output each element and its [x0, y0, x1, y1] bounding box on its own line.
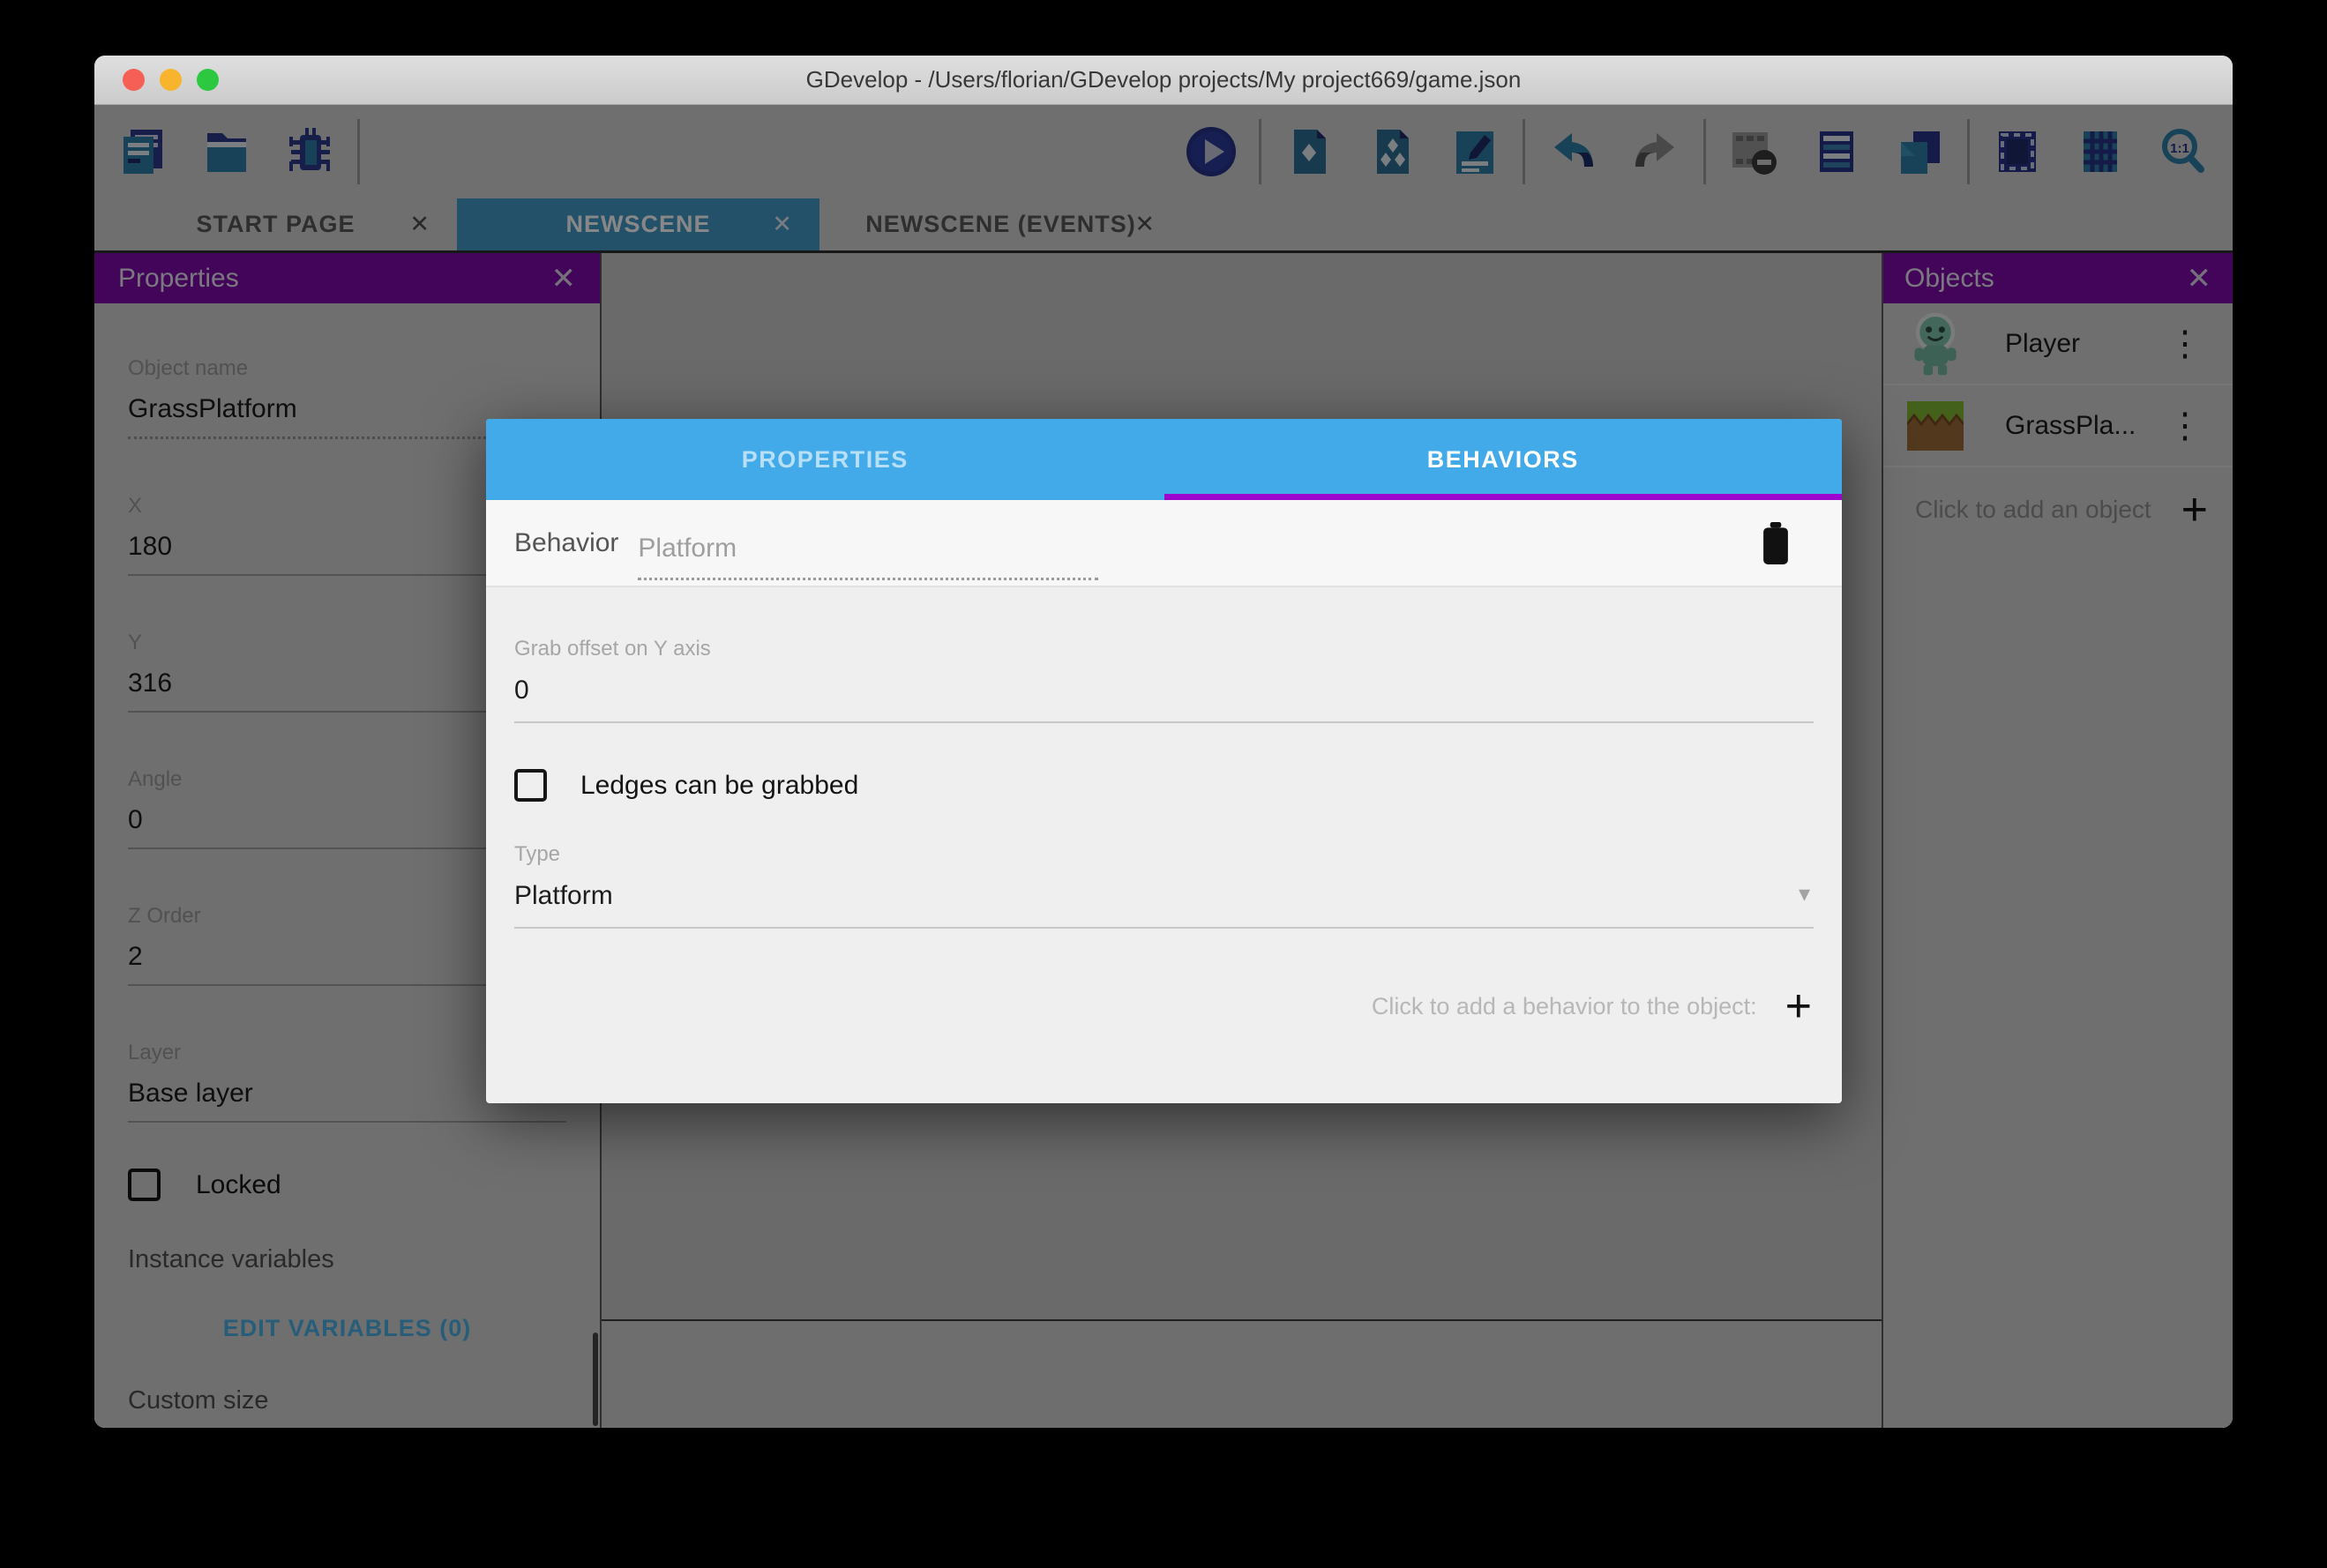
app-area: 1:1 START PAGE ✕ NEWSCENE ✕ NEWSCENE (EV…	[94, 105, 2233, 1428]
grab-offset-field[interactable]: 0	[514, 676, 1814, 723]
window-title: GDevelop - /Users/florian/GDevelop proje…	[94, 66, 2233, 93]
behavior-name-row: Behavior Platform	[486, 500, 1842, 587]
type-select[interactable]: Platform	[514, 881, 1814, 929]
traffic-lights	[123, 69, 219, 91]
behavior-settings: Grab offset on Y axis 0 Ledges can be gr…	[486, 637, 1842, 1103]
ledges-label: Ledges can be grabbed	[580, 771, 858, 801]
active-tab-indicator	[1164, 494, 1843, 500]
behavior-label: Behavior	[514, 528, 618, 558]
minimize-window-button[interactable]	[160, 69, 182, 91]
chevron-down-icon: ▾	[1799, 880, 1810, 907]
tab-properties[interactable]: PROPERTIES	[486, 419, 1164, 500]
close-window-button[interactable]	[123, 69, 145, 91]
dialog-tabs: PROPERTIES BEHAVIORS	[486, 419, 1842, 500]
titlebar: GDevelop - /Users/florian/GDevelop proje…	[94, 56, 2233, 105]
behavior-name-input[interactable]: Platform	[638, 516, 1098, 580]
zoom-window-button[interactable]	[197, 69, 219, 91]
gdevelop-window: GDevelop - /Users/florian/GDevelop proje…	[94, 56, 2233, 1428]
plus-icon: +	[1785, 983, 1812, 1029]
add-behavior-label: Click to add a behavior to the object:	[1372, 993, 1757, 1020]
object-editor-dialog: PROPERTIES BEHAVIORS Behavior Platform G…	[486, 419, 1842, 1103]
ledges-checkbox[interactable]	[514, 769, 547, 802]
delete-behavior-icon[interactable]	[1759, 522, 1792, 564]
apply-button[interactable]: APPLY	[1717, 1101, 1805, 1103]
add-behavior-button[interactable]: Click to add a behavior to the object: +	[514, 983, 1814, 1029]
tab-behaviors[interactable]: BEHAVIORS	[1164, 419, 1843, 500]
type-label: Type	[514, 842, 1814, 867]
grab-offset-label: Grab offset on Y axis	[514, 637, 1814, 661]
